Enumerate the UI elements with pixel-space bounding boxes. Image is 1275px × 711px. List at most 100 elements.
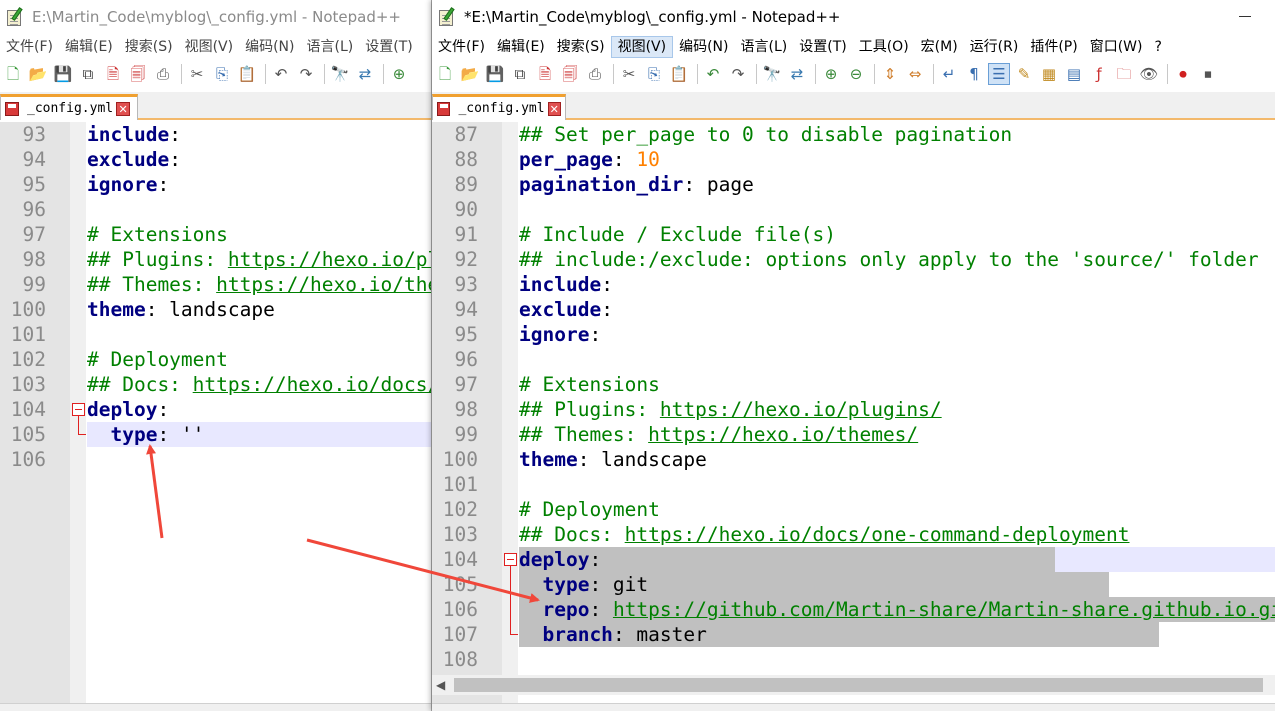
code-line[interactable]: 92 ## include:/exclude: options only appl… <box>432 247 1275 272</box>
url-link[interactable]: https://hexo.io/docs/one-command-deploym… <box>625 523 1130 546</box>
menu-file[interactable]: 文件(F) <box>432 36 491 58</box>
code-line[interactable]: 104 deploy: <box>0 397 431 422</box>
redo-icon[interactable]: ↷ <box>727 63 749 85</box>
open-file-icon[interactable]: 📂 <box>27 63 49 85</box>
undo-icon[interactable]: ↶ <box>702 63 724 85</box>
function-list-icon[interactable]: ƒ <box>1088 63 1110 85</box>
left-file-tab[interactable]: _config.yml ✕ <box>0 94 138 120</box>
menu-encoding[interactable]: 编码(N) <box>673 36 734 58</box>
copy-icon[interactable]: ⎘ <box>643 63 665 85</box>
close-file-icon[interactable]: 🗎 <box>102 63 124 85</box>
left-menu-search[interactable]: 搜索(S) <box>119 36 179 58</box>
menu-tools[interactable]: 工具(O) <box>853 36 915 58</box>
url-link[interactable]: https://hexo.io/themes/ <box>216 273 431 296</box>
copy-icon[interactable]: ⎘ <box>211 63 233 85</box>
left-menu-view[interactable]: 视图(V) <box>179 36 240 58</box>
code-line[interactable]: 105 type: '' <box>0 422 431 447</box>
udl-icon[interactable]: ✎ <box>1013 63 1035 85</box>
zoom-out-icon[interactable]: ⊖ <box>845 63 867 85</box>
code-line[interactable]: 96 <box>432 347 1275 372</box>
right-file-tab[interactable]: _config.yml ✕ <box>432 94 566 120</box>
document-map-icon[interactable]: ▦ <box>1038 63 1060 85</box>
scrollbar-thumb[interactable] <box>454 678 1263 692</box>
find-icon[interactable]: 🔭 <box>761 63 783 85</box>
code-line[interactable]: 90 <box>432 197 1275 222</box>
code-line[interactable]: 93 include: <box>0 122 431 147</box>
code-line[interactable]: 96 <box>0 197 431 222</box>
show-all-chars-icon[interactable]: ¶ <box>963 63 985 85</box>
redo-icon[interactable]: ↷ <box>295 63 317 85</box>
code-line[interactable]: 106 repo: https://github.com/Martin-shar… <box>432 597 1275 622</box>
menu-language[interactable]: 语言(L) <box>735 36 794 58</box>
left-menu-language[interactable]: 语言(L) <box>301 36 360 58</box>
left-notepad-window[interactable]: E:\Martin_Code\myblog\_config.yml - Note… <box>0 0 432 711</box>
code-line[interactable]: 103 ## Docs: https://hexo.io/docs/one-com… <box>0 372 431 397</box>
monitoring-icon[interactable]: 👁 <box>1138 63 1160 85</box>
new-file-icon[interactable]: 🗋 <box>434 63 456 85</box>
left-title-bar[interactable]: E:\Martin_Code\myblog\_config.yml - Note… <box>0 0 431 34</box>
print-icon[interactable]: ⎙ <box>584 63 606 85</box>
left-menu-edit[interactable]: 编辑(E) <box>59 36 119 58</box>
code-line[interactable]: 98 ## Plugins: https://hexo.io/plugins/ <box>0 247 431 272</box>
menu-view[interactable]: 视图(V) <box>610 36 674 58</box>
stop-macro-icon[interactable]: ⏹ <box>1197 63 1219 85</box>
url-link[interactable]: https://hexo.io/themes/ <box>648 423 918 446</box>
print-icon[interactable]: ⎙ <box>152 63 174 85</box>
save-all-icon[interactable]: ⧉ <box>77 63 99 85</box>
open-file-icon[interactable]: 📂 <box>459 63 481 85</box>
code-line[interactable]: 97 # Extensions <box>0 222 431 247</box>
code-line[interactable]: 99 ## Themes: https://hexo.io/themes/ <box>432 422 1275 447</box>
cut-icon[interactable]: ✂ <box>618 63 640 85</box>
url-link[interactable]: https://github.com/Martin-share/Martin-s… <box>613 598 1275 621</box>
save-all-icon[interactable]: ⧉ <box>509 63 531 85</box>
left-editor[interactable]: 93 include: 94 exclude: 95 ignore: 96 97 # Exten… <box>0 122 431 703</box>
menu-window[interactable]: 窗口(W) <box>1084 36 1149 58</box>
menu-macro[interactable]: 宏(M) <box>915 36 964 58</box>
code-line[interactable]: 101 <box>0 322 431 347</box>
left-menu-file[interactable]: 文件(F) <box>0 36 59 58</box>
paste-icon[interactable]: 📋 <box>668 63 690 85</box>
code-line[interactable]: 95 ignore: <box>432 322 1275 347</box>
close-file-icon[interactable]: 🗎 <box>534 63 556 85</box>
code-line[interactable]: 104 deploy: <box>432 547 1275 572</box>
close-all-icon[interactable]: 🗐 <box>127 63 149 85</box>
code-line[interactable]: 100 theme: landscape <box>432 447 1275 472</box>
code-line[interactable]: 108 <box>432 647 1275 672</box>
indent-guide-icon[interactable]: ☰ <box>988 63 1010 85</box>
code-line[interactable]: 91 # Include / Exclude file(s) <box>432 222 1275 247</box>
code-line[interactable]: 88 per_page: 10 <box>432 147 1275 172</box>
code-line[interactable]: 102 # Deployment <box>432 497 1275 522</box>
menu-search[interactable]: 搜索(S) <box>551 36 611 58</box>
zoom-in-icon[interactable]: ⊕ <box>820 63 842 85</box>
folder-workspace-icon[interactable]: 🗀 <box>1113 63 1135 85</box>
menu-run[interactable]: 运行(R) <box>964 36 1025 58</box>
code-line[interactable]: 106 <box>0 447 431 472</box>
code-line[interactable]: 93 include: <box>432 272 1275 297</box>
code-line[interactable]: 101 <box>432 472 1275 497</box>
right-editor[interactable]: 87 ## Set per_page to 0 to disable pagina… <box>432 122 1275 703</box>
code-line[interactable]: 98 ## Plugins: https://hexo.io/plugins/ <box>432 397 1275 422</box>
tab-close-icon[interactable]: ✕ <box>547 101 561 116</box>
fold-collapse-icon[interactable] <box>504 553 517 566</box>
code-line[interactable]: 94 exclude: <box>432 297 1275 322</box>
code-line[interactable]: 107 branch: master <box>432 622 1275 647</box>
find-icon[interactable]: 🔭 <box>329 63 351 85</box>
menu-help[interactable]: ? <box>1149 36 1168 58</box>
code-line[interactable]: 87 ## Set per_page to 0 to disable pagina… <box>432 122 1275 147</box>
url-link[interactable]: https://hexo.io/plugins/ <box>228 248 431 271</box>
left-menu-encoding[interactable]: 编码(N) <box>239 36 300 58</box>
right-title-bar[interactable]: *E:\Martin_Code\myblog\_config.yml - Not… <box>432 0 1275 34</box>
url-link[interactable]: https://hexo.io/plugins/ <box>660 398 942 421</box>
code-line[interactable]: 97 # Extensions <box>432 372 1275 397</box>
menu-settings[interactable]: 设置(T) <box>793 36 852 58</box>
replace-icon[interactable]: ⇄ <box>786 63 808 85</box>
sync-horizontal-icon[interactable]: ⇔ <box>904 63 926 85</box>
menu-plugins[interactable]: 插件(P) <box>1024 36 1083 58</box>
record-macro-icon[interactable]: ⏺ <box>1172 63 1194 85</box>
code-line[interactable]: 89 pagination_dir: page <box>432 172 1275 197</box>
right-notepad-window[interactable]: *E:\Martin_Code\myblog\_config.yml - Not… <box>432 0 1275 711</box>
code-line[interactable]: 94 exclude: <box>0 147 431 172</box>
code-line[interactable]: 99 ## Themes: https://hexo.io/themes/ <box>0 272 431 297</box>
fold-collapse-icon[interactable] <box>72 403 85 416</box>
code-line[interactable]: 102 # Deployment <box>0 347 431 372</box>
